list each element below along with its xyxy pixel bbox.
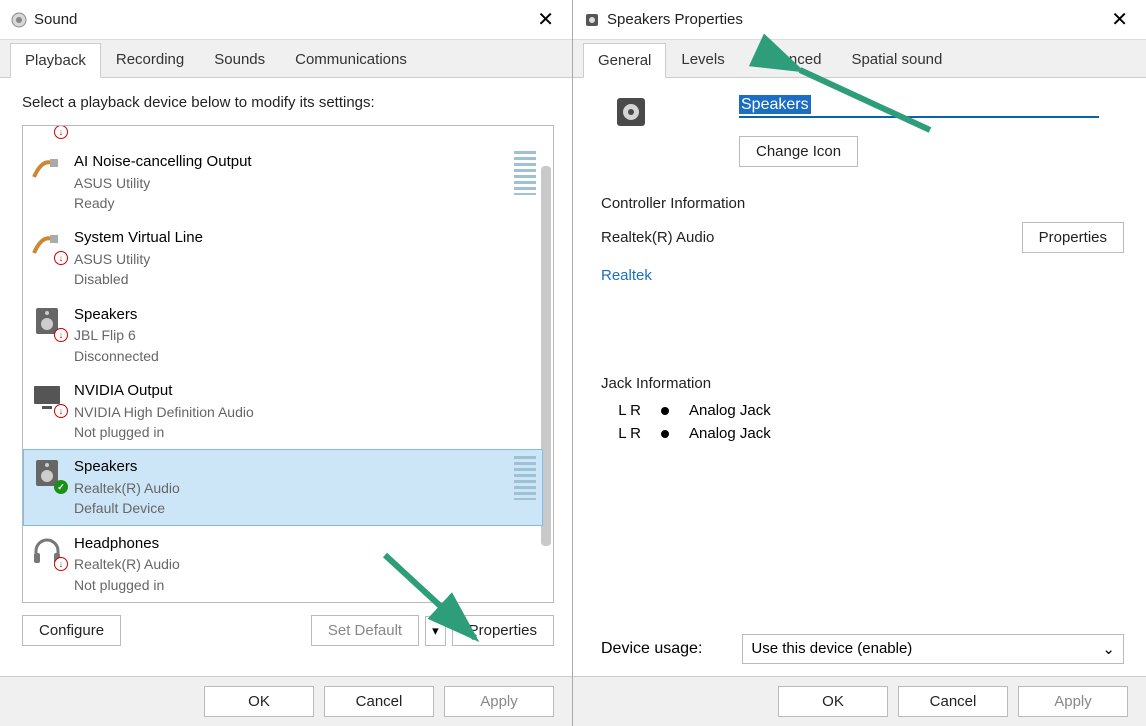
controller-vendor-link[interactable]: Realtek	[601, 267, 652, 284]
device-usage-select[interactable]: Use this device (enable) ⌄	[742, 634, 1124, 664]
jack-label: Analog Jack	[689, 425, 771, 442]
device-subtitle: ASUS Utility	[74, 249, 536, 269]
change-icon-button[interactable]: Change Icon	[739, 136, 858, 167]
sound-app-icon	[10, 11, 28, 29]
set-default-dropdown-icon[interactable]: ▾	[425, 616, 446, 646]
device-status: Disabled	[74, 269, 536, 289]
sound-dialog-buttons: OK Cancel Apply	[0, 676, 572, 726]
tab-general[interactable]: General	[583, 43, 666, 78]
tab-sounds[interactable]: Sounds	[199, 42, 280, 77]
playback-device-item[interactable]: ↓ SpeakersJBL Flip 6Disconnected	[23, 297, 543, 373]
jack-channels: L R	[601, 402, 641, 419]
props-title: Speakers Properties	[607, 11, 743, 28]
props-titlebar: Speakers Properties ✕	[573, 0, 1146, 40]
device-subtitle: NVIDIA High Definition Audio	[74, 402, 536, 422]
monitor-icon: ↓	[30, 380, 66, 416]
device-name: Headphones	[74, 533, 536, 555]
jack-label: Analog Jack	[689, 402, 771, 419]
close-icon[interactable]: ✕	[529, 3, 562, 36]
device-name: NVIDIA Output	[74, 380, 536, 402]
device-usage-label: Device usage:	[601, 640, 702, 658]
playback-instruction: Select a playback device below to modify…	[22, 94, 554, 111]
sound-title: Sound	[34, 11, 77, 28]
device-name: Speakers	[74, 304, 536, 326]
playback-device-item[interactable]: ✓ SpeakersRealtek(R) AudioDefault Device	[23, 449, 543, 525]
speaker-app-icon	[583, 11, 601, 29]
tab-recording[interactable]: Recording	[101, 42, 199, 77]
jack-row: L R Analog Jack	[601, 425, 1124, 442]
jack-row: L R Analog Jack	[601, 402, 1124, 419]
level-meter-icon	[514, 456, 536, 500]
speaker-box-icon: ✓	[30, 456, 66, 492]
headphones-icon: ↓	[30, 533, 66, 569]
playback-device-item[interactable]: ↓ HeadphonesRealtek(R) AudioNot plugged i…	[23, 526, 543, 602]
jack-dot-icon	[661, 407, 669, 415]
apply-button[interactable]: Apply	[1018, 686, 1128, 717]
device-status: Not plugged in	[74, 422, 536, 442]
ok-button[interactable]: OK	[778, 686, 888, 717]
device-status: Ready	[74, 193, 506, 213]
device-subtitle: JBL Flip 6	[74, 325, 536, 345]
cancel-button[interactable]: Cancel	[324, 686, 434, 717]
tab-playback[interactable]: Playback	[10, 43, 101, 78]
configure-button[interactable]: Configure	[22, 615, 121, 646]
playback-device-item[interactable]: ↓Not plugged in	[23, 125, 543, 144]
jack-info-heading: Jack Information	[601, 375, 1124, 392]
device-status: Not plugged in	[74, 575, 536, 595]
playback-device-item[interactable]: AI Noise-cancelling OutputASUS UtilityRe…	[23, 144, 543, 220]
generic-icon: ↓	[30, 125, 66, 137]
controller-name: Realtek(R) Audio	[601, 229, 714, 246]
controller-properties-button[interactable]: Properties	[1022, 222, 1124, 253]
set-default-button[interactable]: Set Default	[311, 615, 419, 646]
cable-icon: ↓	[30, 227, 66, 263]
controller-info-heading: Controller Information	[601, 195, 1124, 212]
ok-button[interactable]: OK	[204, 686, 314, 717]
playback-device-list[interactable]: ↓Not plugged inAI Noise-cancelling Outpu…	[22, 125, 554, 603]
device-status: Disconnected	[74, 346, 536, 366]
device-subtitle: ASUS Utility	[74, 173, 506, 193]
device-name-input[interactable]: Speakers	[739, 94, 1099, 118]
properties-button[interactable]: Properties	[452, 615, 554, 646]
jack-dot-icon	[661, 430, 669, 438]
device-subtitle: Realtek(R) Audio	[74, 478, 506, 498]
device-name: AI Noise-cancelling Output	[74, 151, 506, 173]
props-tabs: General Levels Advanced Spatial sound	[573, 40, 1146, 78]
sound-tabs: Playback Recording Sounds Communications	[0, 40, 572, 78]
device-subtitle: Realtek(R) Audio	[74, 554, 536, 574]
cable-icon	[30, 151, 66, 187]
tab-levels[interactable]: Levels	[666, 42, 739, 77]
tab-spatial-sound[interactable]: Spatial sound	[836, 42, 957, 77]
level-meter-icon	[514, 151, 536, 195]
speakers-properties-dialog: Speakers Properties ✕ General Levels Adv…	[573, 0, 1146, 726]
speaker-device-icon	[613, 94, 649, 130]
sound-dialog: Sound ✕ Playback Recording Sounds Commun…	[0, 0, 573, 726]
playback-device-item[interactable]: ↓ NVIDIA OutputNVIDIA High Definition Aud…	[23, 373, 543, 449]
tab-advanced[interactable]: Advanced	[740, 42, 837, 77]
device-name: Speakers	[74, 456, 506, 478]
jack-channels: L R	[601, 425, 641, 442]
props-dialog-buttons: OK Cancel Apply	[573, 676, 1146, 726]
sound-titlebar: Sound ✕	[0, 0, 572, 40]
device-name: System Virtual Line	[74, 227, 536, 249]
playback-device-item[interactable]: ↓ System Virtual LineASUS UtilityDisabled	[23, 220, 543, 296]
apply-button[interactable]: Apply	[444, 686, 554, 717]
speaker-box-icon: ↓	[30, 304, 66, 340]
chevron-down-icon: ⌄	[1102, 640, 1115, 658]
cancel-button[interactable]: Cancel	[898, 686, 1008, 717]
close-icon[interactable]: ✕	[1103, 3, 1136, 36]
tab-communications[interactable]: Communications	[280, 42, 422, 77]
device-status: Default Device	[74, 498, 506, 518]
